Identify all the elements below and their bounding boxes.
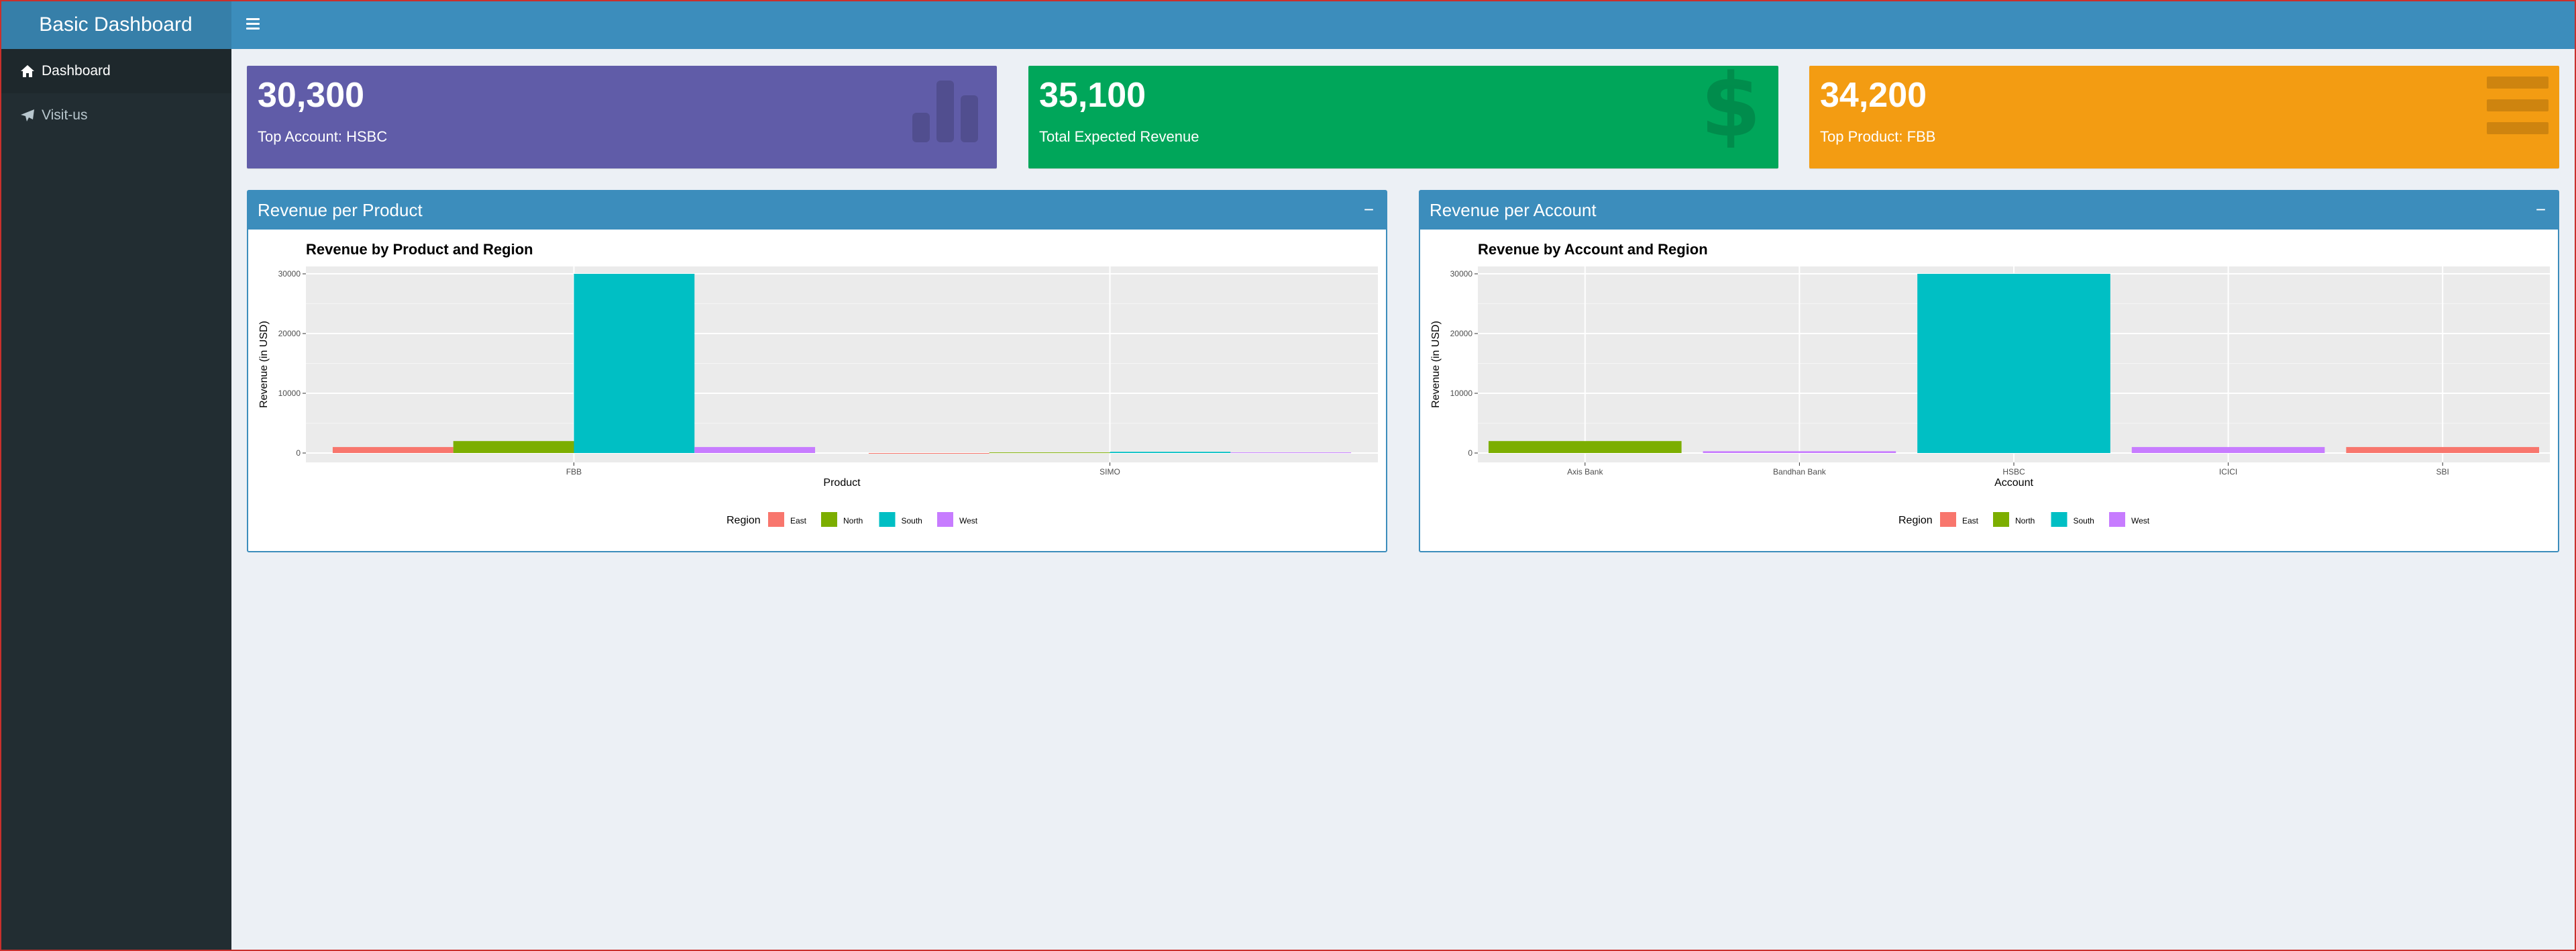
chart-legend: Region East North South West	[727, 512, 978, 527]
legend-key-south	[879, 512, 896, 527]
legend-label: East	[790, 516, 807, 525]
sidebar-item-label: Dashboard	[42, 63, 111, 79]
legend-key-west	[937, 512, 953, 527]
legend-label: South	[902, 516, 922, 525]
legend-label: South	[2074, 516, 2094, 525]
collapse-button[interactable]: −	[1364, 199, 1374, 220]
hamburger-icon[interactable]	[246, 16, 260, 32]
panel-title: Revenue per Product	[258, 200, 423, 220]
legend-label: North	[843, 516, 863, 525]
bar-south	[574, 274, 695, 453]
bar-south	[1110, 452, 1231, 453]
sidebar: Dashboard Visit-us	[0, 49, 231, 951]
y-tick-label: 0	[1468, 448, 1472, 458]
plot-background	[306, 266, 1378, 462]
svg-text:$: $	[1701, 66, 1761, 148]
value-box-subtitle: Top Product: FBB	[1820, 128, 1936, 145]
panel-header: Revenue per Account −	[1420, 191, 2558, 230]
chart-title: Revenue by Product and Region	[306, 241, 533, 258]
chart-title: Revenue by Account and Region	[1478, 241, 1708, 258]
legend-label: North	[2015, 516, 2035, 525]
value-box-value: 30,300	[258, 76, 365, 115]
collapse-button[interactable]: −	[2536, 199, 2546, 220]
y-tick-label: 10000	[1450, 389, 1473, 398]
home-icon	[19, 62, 36, 80]
x-tick-label: SBI	[2436, 467, 2449, 477]
bar-west	[1703, 451, 1896, 453]
y-tick-label: 20000	[278, 329, 301, 338]
menu-icon	[2484, 72, 2551, 143]
dollar-icon: $	[1701, 66, 1761, 156]
bar-south	[1917, 274, 2110, 453]
x-axis-title: Account	[1994, 477, 2033, 489]
paper-plane-icon	[19, 107, 36, 124]
x-tick-label: ICICI	[2219, 467, 2237, 477]
bar-west	[2131, 447, 2325, 453]
legend-key-west	[2109, 512, 2125, 527]
legend-key-north	[821, 512, 837, 527]
legend-key-north	[1993, 512, 2009, 527]
panel-revenue-per-account: Revenue per Account − Revenue by Account…	[1419, 190, 2559, 552]
app-logo[interactable]: Basic Dashboard	[0, 0, 231, 49]
x-axis-title: Product	[823, 477, 861, 489]
chart-legend: Region East North South West	[1898, 512, 2150, 527]
bar-east	[868, 453, 989, 454]
y-tick-label: 0	[296, 448, 301, 458]
y-tick-label: 30000	[278, 269, 301, 279]
bar-east	[332, 447, 453, 453]
chart-revenue-by-product: Revenue by Product and Region 0 10000 20000…	[258, 241, 1378, 527]
legend-title: Region	[727, 515, 761, 526]
bar-west	[694, 447, 816, 453]
x-tick-label: Axis Bank	[1567, 467, 1603, 477]
bar-chart-icon	[910, 71, 983, 148]
legend-key-east	[1940, 512, 1956, 527]
legend-label: West	[2131, 516, 2150, 525]
x-tick-label: SIMO	[1099, 467, 1120, 477]
panel-revenue-per-product: Revenue per Product − Revenue by Product…	[247, 190, 1387, 552]
top-navbar	[231, 0, 2576, 49]
legend-label: West	[959, 516, 978, 525]
x-tick-label: Bandhan Bank	[1773, 467, 1827, 477]
panel-title: Revenue per Account	[1430, 200, 1597, 220]
panel-header: Revenue per Product −	[248, 191, 1386, 230]
y-axis-title: Revenue (in USD)	[1430, 321, 1442, 408]
y-tick-label: 30000	[1450, 269, 1473, 279]
value-box-top-account: 30,300 Top Account: HSBC	[247, 66, 997, 168]
value-box-subtitle: Total Expected Revenue	[1039, 128, 1199, 145]
y-tick-label: 10000	[278, 389, 301, 398]
y-tick-label: 20000	[1450, 329, 1473, 338]
value-box-value: 35,100	[1039, 76, 1146, 115]
bar-north	[1488, 441, 1682, 453]
value-box-total-revenue: 35,100 Total Expected Revenue $	[1028, 66, 1778, 168]
bar-north	[453, 441, 574, 453]
bar-east	[2346, 447, 2540, 453]
app-title: Basic Dashboard	[39, 13, 193, 36]
bar-north	[989, 452, 1110, 454]
sidebar-item-label: Visit-us	[42, 107, 88, 123]
sidebar-item-visit-us[interactable]: Visit-us	[0, 93, 231, 138]
legend-key-south	[2051, 512, 2068, 527]
chart-revenue-by-account: Revenue by Account and Region 0 10000 20000…	[1430, 241, 2550, 527]
value-box-subtitle: Top Account: HSBC	[258, 128, 388, 145]
legend-label: East	[1962, 516, 1979, 525]
value-box-value: 34,200	[1820, 76, 1927, 115]
sidebar-item-dashboard[interactable]: Dashboard	[0, 49, 231, 93]
x-tick-label: HSBC	[2002, 467, 2025, 477]
x-tick-label: FBB	[566, 467, 582, 477]
legend-title: Region	[1898, 515, 1933, 526]
y-axis-title: Revenue (in USD)	[258, 321, 270, 408]
bar-west	[1230, 452, 1352, 454]
legend-key-east	[768, 512, 784, 527]
value-box-top-product: 34,200 Top Product: FBB	[1809, 66, 2559, 168]
